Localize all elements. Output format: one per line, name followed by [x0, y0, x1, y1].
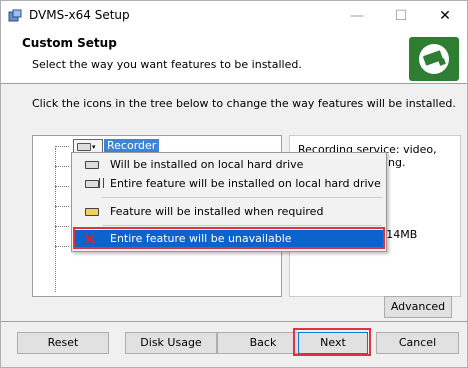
camera-logo-icon	[409, 37, 459, 81]
title-bar: DVMS-x64 Setup — ☐ ✕	[1, 1, 467, 31]
annotation-highlight	[293, 328, 371, 356]
tree-item-recorder[interactable]: Recorder	[104, 139, 160, 153]
page-title: Custom Setup	[22, 36, 117, 50]
menu-item-label: Entire feature will be installed on loca…	[110, 177, 381, 190]
tree-connector	[55, 148, 56, 292]
reset-button[interactable]: Reset	[17, 332, 109, 354]
window-title: DVMS-x64 Setup	[29, 8, 130, 22]
tree-connector	[55, 186, 69, 187]
page-subtitle: Select the way you want features to be i…	[32, 58, 302, 71]
menu-item-install-local[interactable]: Will be installed on local hard drive	[74, 156, 384, 174]
hard-drive-tree-icon	[84, 178, 104, 190]
install-on-demand-icon	[84, 206, 100, 218]
close-button[interactable]: ✕	[423, 1, 467, 31]
instruction-text: Click the icons in the tree below to cha…	[32, 97, 456, 110]
tree-connector	[55, 166, 69, 167]
tree-connector	[55, 206, 69, 207]
tree-connector	[55, 226, 69, 227]
setup-window: DVMS-x64 Setup — ☐ ✕ Custom Setup Select…	[0, 0, 468, 368]
menu-separator	[102, 225, 382, 226]
hard-drive-icon	[84, 159, 100, 171]
advanced-button[interactable]: Advanced	[384, 296, 452, 318]
disk-usage-button[interactable]: Disk Usage	[125, 332, 217, 354]
chevron-down-icon: ▾	[92, 143, 96, 151]
menu-item-label: Feature will be installed when required	[110, 205, 324, 218]
tree-connector	[55, 146, 69, 147]
menu-item-install-entire-local[interactable]: Entire feature will be installed on loca…	[74, 175, 384, 193]
footer-divider	[1, 321, 467, 322]
menu-item-install-when-required[interactable]: Feature will be installed when required	[74, 203, 384, 221]
dialog-header: Custom Setup Select the way you want fea…	[1, 31, 467, 84]
cancel-button[interactable]: Cancel	[376, 332, 459, 354]
maximize-button[interactable]: ☐	[379, 1, 423, 31]
tree-connector	[55, 246, 69, 247]
installer-app-icon	[8, 9, 22, 22]
minimize-button[interactable]: —	[335, 1, 379, 31]
annotation-highlight	[73, 227, 385, 249]
menu-item-label: Will be installed on local hard drive	[110, 158, 304, 171]
hard-drive-icon	[77, 143, 91, 151]
menu-separator	[102, 197, 382, 198]
